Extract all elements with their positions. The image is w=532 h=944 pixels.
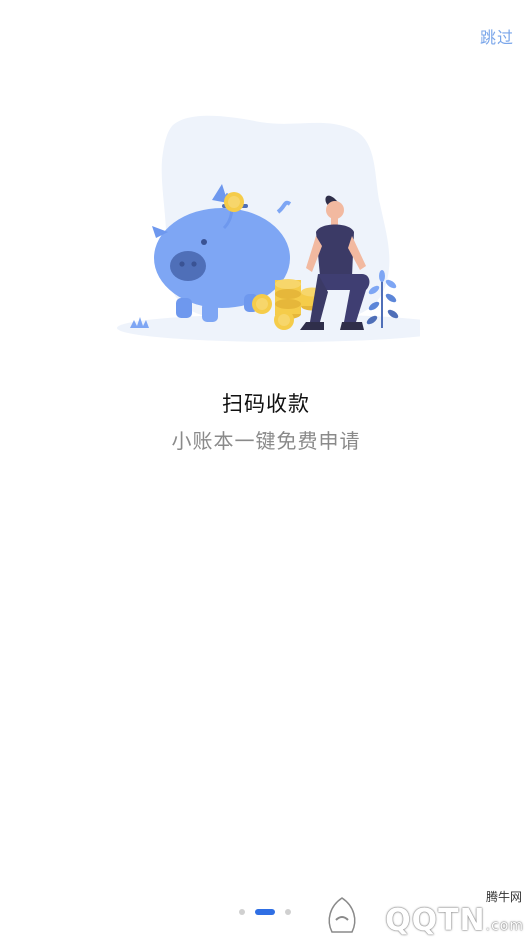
watermark-logo-icon: [328, 897, 356, 933]
watermark-suffix: .com: [485, 918, 524, 934]
watermark-brand: QQTN: [385, 903, 486, 938]
slide-title: 扫码收款: [222, 392, 310, 416]
piggy-bank-illustration: [117, 115, 420, 342]
skip-button[interactable]: 跳过: [480, 24, 514, 48]
page-dot[interactable]: [239, 909, 245, 915]
grass-tuft: [130, 317, 149, 328]
page-dot-active[interactable]: [255, 909, 275, 915]
watermark-en-text: QQTN.com: [385, 903, 524, 938]
onboarding-screen: 跳过 扫码收款 小账本一键免费申请 腾牛网 QQTN.com: [0, 0, 532, 944]
page-dot[interactable]: [285, 909, 291, 915]
slide-subtitle: 小账本一键免费申请: [171, 429, 361, 453]
watermark: 腾牛网 QQTN.com: [318, 888, 528, 940]
page-indicator: [239, 909, 291, 915]
